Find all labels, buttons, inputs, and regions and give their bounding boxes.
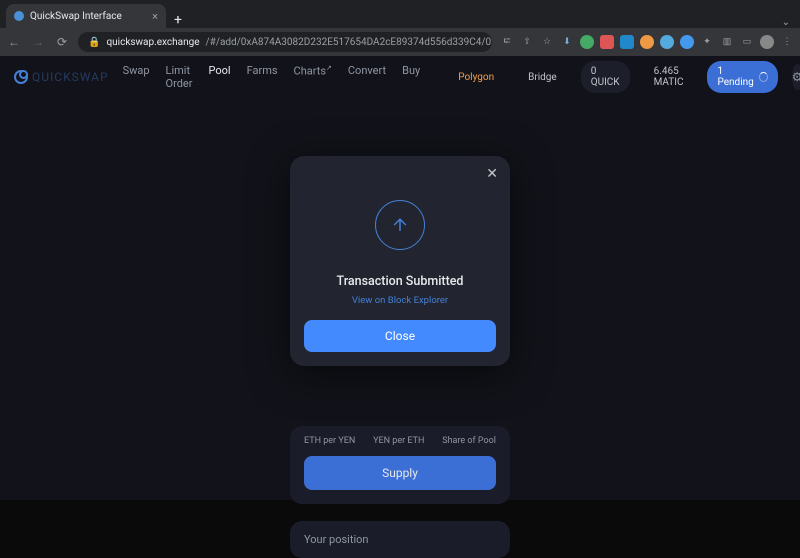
forward-icon[interactable]: →	[30, 35, 46, 49]
position-label: Your position	[304, 533, 368, 546]
url-input[interactable]: 🔒 quickswap.exchange /#/add/0xA874A3082D2…	[78, 32, 492, 52]
modal-title: Transaction Submitted	[304, 274, 496, 289]
ext-3-icon[interactable]	[600, 35, 614, 49]
browser-tab-bar: QuickSwap Interface × + ⌄	[0, 0, 800, 28]
tabs-dropdown-icon[interactable]: ⌄	[782, 17, 790, 28]
ext-5-icon[interactable]	[640, 35, 654, 49]
translate-icon[interactable]: ⮓	[500, 35, 514, 49]
share-icon[interactable]: ⇧	[520, 35, 534, 49]
ext-4-icon[interactable]	[620, 35, 634, 49]
position-card: Your position	[290, 521, 510, 558]
ext-6-icon[interactable]	[660, 35, 674, 49]
app-root: QUICKSWAP Swap Limit Order Pool Farms Ch…	[0, 56, 800, 500]
arrow-up-icon	[375, 200, 425, 250]
ext-2-icon[interactable]	[580, 35, 594, 49]
close-button[interactable]: Close	[304, 320, 496, 352]
address-bar: ← → ⟳ 🔒 quickswap.exchange /#/add/0xA874A…	[0, 28, 800, 56]
url-host: quickswap.exchange	[106, 37, 199, 48]
reading-icon[interactable]: ▭	[740, 35, 754, 49]
modal-overlay: ✕ Transaction Submitted View on Block Ex…	[0, 56, 800, 500]
ext-7-icon[interactable]	[680, 35, 694, 49]
panel-icon[interactable]: ▥	[720, 35, 734, 49]
tab-title: QuickSwap Interface	[30, 11, 122, 22]
new-tab-button[interactable]: +	[166, 12, 190, 28]
back-icon[interactable]: ←	[6, 35, 22, 49]
close-tab-icon[interactable]: ×	[152, 10, 158, 23]
favicon	[14, 11, 24, 21]
block-explorer-link[interactable]: View on Block Explorer	[304, 295, 496, 306]
browser-tab[interactable]: QuickSwap Interface ×	[6, 4, 166, 28]
url-path: /#/add/0xA874A3082D232E517654DA2cE89374d…	[206, 37, 492, 48]
ext-1-icon[interactable]: ⬇	[560, 35, 574, 49]
lock-icon: 🔒	[88, 37, 100, 48]
transaction-modal: ✕ Transaction Submitted View on Block Ex…	[290, 156, 510, 366]
profile-icon[interactable]	[760, 35, 774, 49]
star-icon[interactable]: ☆	[540, 35, 554, 49]
reload-icon[interactable]: ⟳	[54, 35, 70, 49]
extensions-icon[interactable]: ✦	[700, 35, 714, 49]
extension-icons: ⮓ ⇧ ☆ ⬇ ✦ ▥ ▭ ⋮	[500, 35, 794, 49]
menu-icon[interactable]: ⋮	[780, 35, 794, 49]
close-icon[interactable]: ✕	[486, 166, 498, 182]
